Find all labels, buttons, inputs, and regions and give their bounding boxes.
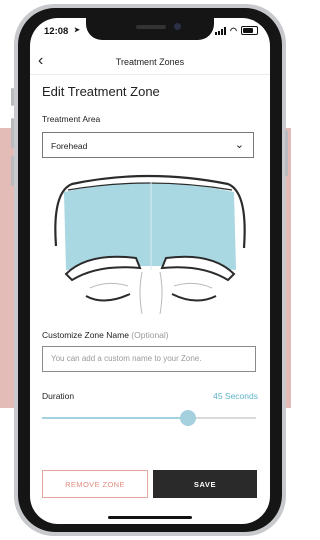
duration-value: 45 Seconds bbox=[213, 391, 258, 401]
save-button[interactable]: SAVE bbox=[153, 470, 257, 498]
treatment-area-label: Treatment Area bbox=[42, 114, 101, 124]
nose-bridge-left bbox=[139, 271, 143, 314]
location-arrow-icon: ➤ bbox=[74, 27, 80, 34]
phone-notch bbox=[86, 18, 214, 40]
right-lid-line bbox=[173, 282, 213, 289]
treatment-area-select[interactable]: Forehead ⌄ bbox=[42, 132, 254, 158]
volume-up-button bbox=[11, 118, 14, 148]
signal-icon bbox=[215, 26, 227, 35]
forehead-zone-highlight bbox=[64, 183, 236, 270]
duration-slider[interactable] bbox=[42, 410, 256, 426]
left-eye bbox=[85, 293, 131, 302]
right-eye bbox=[171, 293, 217, 302]
front-camera bbox=[174, 23, 181, 30]
zone-name-label-text: Customize Zone Name bbox=[42, 330, 129, 340]
page-title: Edit Treatment Zone bbox=[42, 84, 160, 99]
nose-bridge-right bbox=[159, 271, 163, 314]
chevron-down-icon: ⌄ bbox=[234, 139, 244, 151]
forehead-zone-illustration bbox=[54, 174, 246, 314]
home-indicator bbox=[108, 516, 192, 519]
status-time: 12:08 bbox=[44, 26, 69, 37]
left-lid-line bbox=[89, 282, 129, 289]
wifi-icon: ◠ bbox=[230, 25, 237, 35]
duration-slider-thumb[interactable] bbox=[179, 410, 196, 426]
volume-down-button bbox=[11, 156, 14, 186]
optional-hint: (Optional) bbox=[131, 330, 169, 340]
nav-title: Treatment Zones bbox=[115, 57, 185, 67]
mute-switch bbox=[11, 88, 14, 106]
battery-icon bbox=[241, 26, 258, 35]
navigation-bar: ‹ Treatment Zones bbox=[30, 50, 270, 75]
duration-label: Duration bbox=[42, 391, 75, 401]
zone-name-label: Customize Zone Name (Optional) bbox=[42, 330, 169, 340]
duration-slider-fill bbox=[42, 417, 188, 419]
phone-screen: 12:08 ➤ ◠ ‹ Treatment Zones Edit Treatme… bbox=[30, 18, 270, 524]
status-icons: ◠ bbox=[215, 26, 258, 35]
power-button bbox=[285, 130, 288, 176]
zone-name-input[interactable] bbox=[49, 353, 253, 364]
remove-zone-button[interactable]: REMOVE ZONE bbox=[42, 470, 148, 498]
treatment-area-value: Forehead bbox=[51, 141, 88, 151]
zone-name-field[interactable] bbox=[42, 346, 256, 372]
speaker-grille bbox=[136, 25, 166, 29]
